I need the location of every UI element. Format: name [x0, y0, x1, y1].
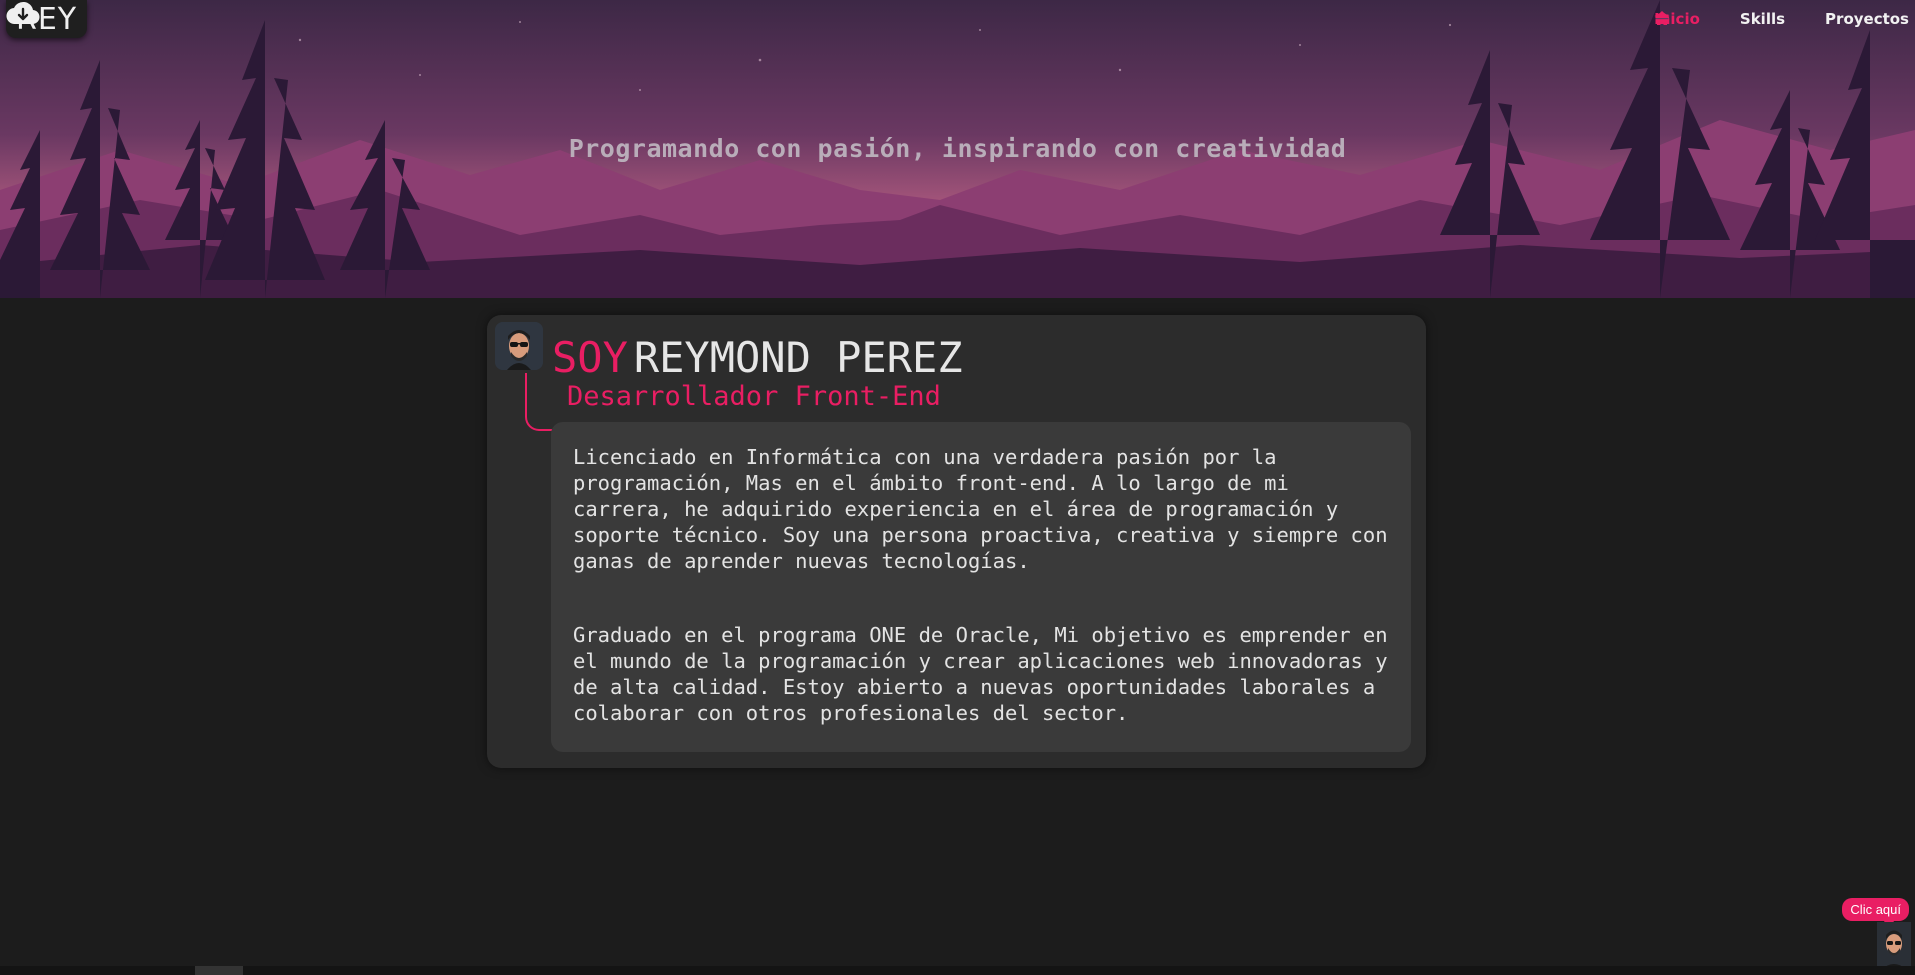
chat-bubble[interactable]: Clic aquí: [1842, 898, 1909, 927]
nav-item-skills[interactable]: Skills: [1654, 10, 1786, 28]
cloud-download-icon[interactable]: [6, 0, 40, 26]
nav-item-label: Skills: [1739, 10, 1786, 28]
hero-banner: REY Inicio Skills Proyectos Programando …: [0, 0, 1915, 298]
scroll-indicator[interactable]: [195, 966, 243, 975]
briefcase-icon: [1655, 13, 1669, 24]
hero-tagline: Programando con pasión, inspirando con c…: [568, 134, 1347, 163]
name-text: REYMOND PEREZ: [633, 333, 963, 382]
nav-item-label: Proyectos: [1825, 10, 1909, 28]
main-nav: Inicio Skills Proyectos: [1654, 10, 1909, 28]
avatar-portrait-icon: [495, 322, 543, 370]
nav-item-proyectos[interactable]: Proyectos: [1655, 10, 1909, 28]
bio-paragraph: Graduado en el programa ONE de Oracle, M…: [573, 623, 1388, 725]
bio-paragraph: Licenciado en Informática con una verdad…: [573, 445, 1388, 573]
chat-avatar-icon[interactable]: [1877, 922, 1911, 970]
site-logo[interactable]: REY: [6, 0, 88, 38]
bio-box: Licenciado en Informática con una verdad…: [551, 422, 1411, 752]
timeline-connector: [525, 373, 553, 431]
footer-strip: [0, 966, 1915, 975]
name-prefix: SOY: [552, 333, 628, 382]
avatar: [495, 322, 543, 370]
profile-card: SOY REYMOND PEREZ Desarrollador Front-End…: [487, 315, 1426, 768]
profile-name: SOY REYMOND PEREZ: [552, 333, 963, 382]
profile-role: Desarrollador Front-End: [567, 381, 941, 412]
